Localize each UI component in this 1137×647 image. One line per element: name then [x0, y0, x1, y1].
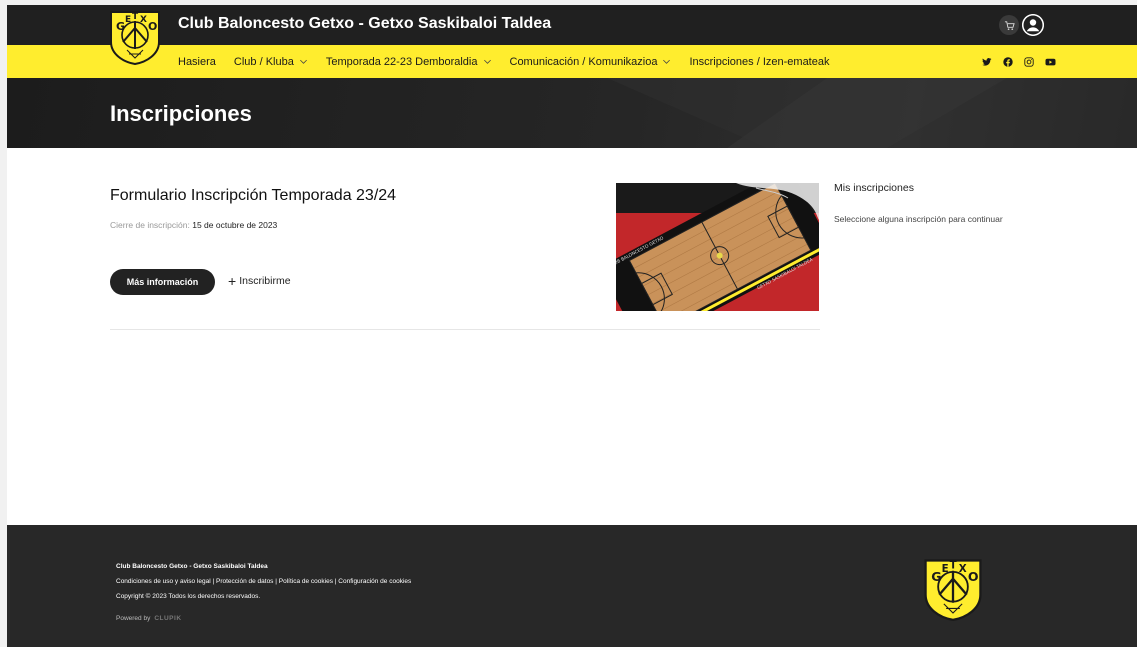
twitter-icon[interactable]: [981, 56, 993, 68]
club-logo[interactable]: G E T X O: [107, 8, 163, 66]
instagram-icon[interactable]: [1023, 56, 1035, 68]
footer-link-privacy[interactable]: Protección de datos: [216, 578, 273, 585]
top-bar: Club Baloncesto Getxo - Getxo Saskibaloi…: [7, 5, 1137, 45]
svg-text:X: X: [959, 563, 967, 575]
event-title[interactable]: Formulario Inscripción Temporada 23/24: [110, 187, 396, 205]
my-registrations-text: Seleccione alguna inscripción para conti…: [834, 214, 1003, 224]
nav-item-inscripciones[interactable]: Inscripciones / Izen-emateak: [689, 56, 829, 68]
footer-club-name: Club Baloncesto Getxo - Getxo Saskibaloi…: [116, 563, 268, 570]
page-hero: Inscripciones: [7, 78, 1137, 148]
nav-item-hasiera[interactable]: Hasiera: [178, 56, 216, 68]
cart-button[interactable]: [999, 15, 1019, 35]
svg-text:G: G: [931, 569, 941, 584]
signup-link[interactable]: + Inscribirme: [228, 273, 291, 289]
signup-label: Inscribirme: [239, 275, 291, 287]
nav-item-temporada[interactable]: Temporada 22-23 Demboraldia: [326, 56, 492, 68]
svg-text:T: T: [132, 12, 139, 22]
svg-text:G: G: [116, 20, 125, 33]
cart-icon: [1004, 20, 1015, 30]
registration-deadline: Cierre de inscripción: 15 de octubre de …: [110, 220, 277, 230]
social-links: [972, 45, 1056, 78]
chevron-down-icon: [299, 59, 307, 64]
svg-text:E: E: [125, 15, 131, 25]
nav-item-club[interactable]: Club / Kluba: [234, 56, 308, 68]
user-button[interactable]: [1022, 14, 1044, 36]
main-navbar: Hasiera Club / Kluba Temporada 22-23 Dem…: [7, 45, 1137, 78]
page-title: Inscripciones: [110, 101, 252, 126]
site-title[interactable]: Club Baloncesto Getxo - Getxo Saskibaloi…: [178, 15, 551, 33]
more-info-button[interactable]: Más información: [110, 269, 215, 295]
my-registrations-title: Mis inscripciones: [834, 182, 914, 194]
svg-text:E: E: [942, 563, 949, 575]
page: Club Baloncesto Getxo - Getxo Saskibaloi…: [7, 5, 1137, 647]
footer-club-logo: G E T X O: [921, 555, 985, 623]
chevron-down-icon: [483, 59, 491, 64]
event-image[interactable]: CLUB BALONCESTO GETXO GETXO SASKIBALOI T…: [616, 183, 819, 311]
clupik-logo: CLUPIK: [154, 615, 182, 622]
facebook-icon[interactable]: [1002, 56, 1014, 68]
footer-powered-by[interactable]: Powered by CLUPIK: [116, 615, 182, 622]
chevron-down-icon: [663, 59, 671, 64]
svg-text:O: O: [968, 569, 979, 584]
footer-copyright: Copyright © 2023 Todos los derechos rese…: [116, 593, 261, 600]
footer-link-cookie-settings[interactable]: Configuración de cookies: [338, 578, 411, 585]
user-icon: [1022, 14, 1044, 36]
youtube-icon[interactable]: [1044, 56, 1056, 68]
footer-link-terms[interactable]: Condiciones de uso y aviso legal: [116, 578, 211, 585]
plus-icon: +: [228, 273, 237, 289]
footer: Club Baloncesto Getxo - Getxo Saskibaloi…: [7, 525, 1137, 647]
main-nav: Hasiera Club / Kluba Temporada 22-23 Dem…: [178, 45, 847, 78]
nav-item-comunicacion[interactable]: Comunicación / Komunikazioa: [510, 56, 672, 68]
content-divider: [110, 329, 820, 330]
footer-link-cookies[interactable]: Política de cookies: [279, 578, 333, 585]
svg-text:T: T: [950, 559, 957, 571]
powered-by-label: Powered by: [116, 615, 151, 622]
deadline-label: Cierre de inscripción:: [110, 220, 190, 230]
deadline-date: 15 de octubre de 2023: [192, 220, 278, 230]
footer-links: Condiciones de uso y aviso legal | Prote…: [116, 578, 412, 585]
svg-text:X: X: [140, 15, 147, 25]
svg-text:O: O: [148, 20, 157, 33]
